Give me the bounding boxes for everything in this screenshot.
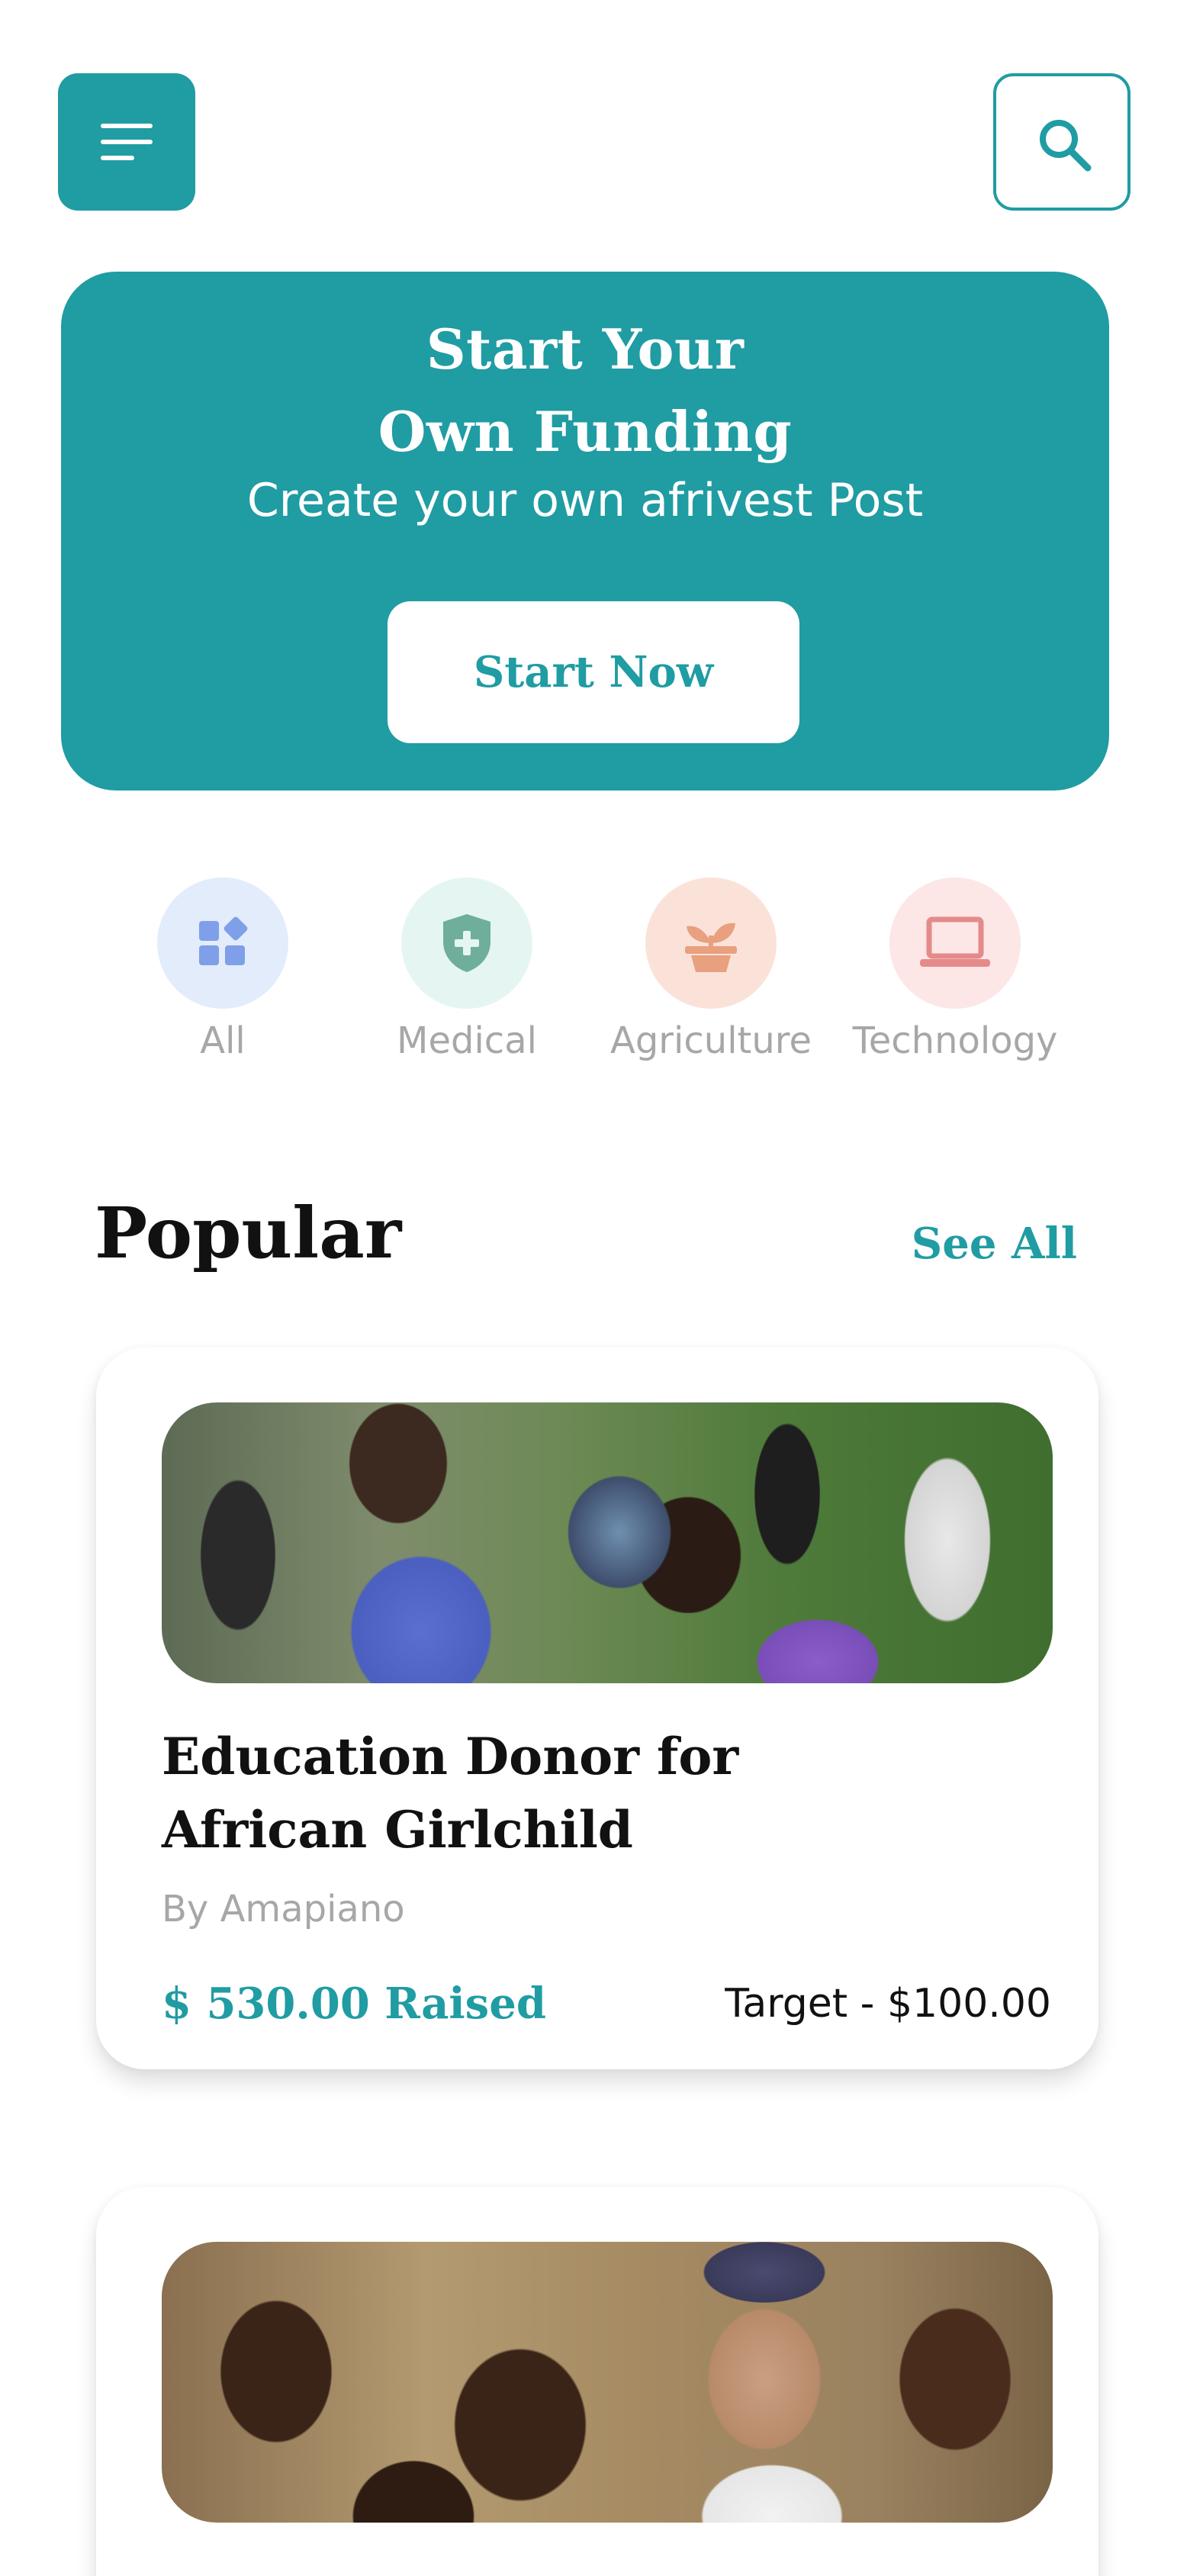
category-technology[interactable]: Technology <box>841 877 1069 1076</box>
start-funding-banner: Start Your Own Funding Create your own a… <box>61 272 1109 791</box>
plant-icon <box>685 923 737 972</box>
campaign-raised-amount: $ 530.00 Raised <box>162 1979 546 2029</box>
campaign-title-line-1: Education Donor for <box>162 1727 739 1786</box>
campaign-photo <box>162 1402 1053 1683</box>
banner-title-line-1: Start Your <box>426 317 745 382</box>
campaign-card[interactable] <box>96 2187 1098 2576</box>
category-all-circle <box>157 877 288 1009</box>
category-medical-circle <box>401 877 532 1009</box>
grid-icon <box>199 916 248 965</box>
menu-button[interactable] <box>58 73 195 211</box>
campaign-title: Education Donor for African Girlchild <box>162 1720 848 1866</box>
campaign-photo <box>162 2242 1053 2523</box>
category-agriculture-circle <box>645 877 777 1009</box>
shield-plus-icon <box>443 914 490 972</box>
category-all[interactable]: All <box>108 877 337 1076</box>
search-icon <box>1040 120 1092 172</box>
campaign-target-amount: Target - $100.00 <box>725 1981 1051 2027</box>
category-medical[interactable]: Medical <box>352 877 581 1076</box>
laptop-icon <box>920 916 990 967</box>
start-now-button[interactable]: Start Now <box>388 601 799 743</box>
category-agriculture[interactable]: Agriculture <box>597 877 825 1076</box>
popular-section-title: Popular <box>95 1192 402 1274</box>
home-screen: Start Your Own Funding Create your own a… <box>0 0 1190 2576</box>
campaign-title-line-2: African Girlchild <box>162 1800 633 1860</box>
campaign-card[interactable]: Education Donor for African Girlchild By… <box>96 1348 1098 2069</box>
see-all-link[interactable]: See All <box>912 1213 1077 1274</box>
search-button[interactable] <box>993 73 1130 211</box>
banner-title: Start Your Own Funding <box>318 308 852 473</box>
category-technology-circle <box>889 877 1021 1009</box>
banner-title-line-2: Own Funding <box>378 399 793 464</box>
category-label: Technology <box>852 1019 1058 1062</box>
campaign-author: By Amapiano <box>162 1888 405 1930</box>
banner-subtitle: Create your own afrivest Post <box>246 474 924 527</box>
